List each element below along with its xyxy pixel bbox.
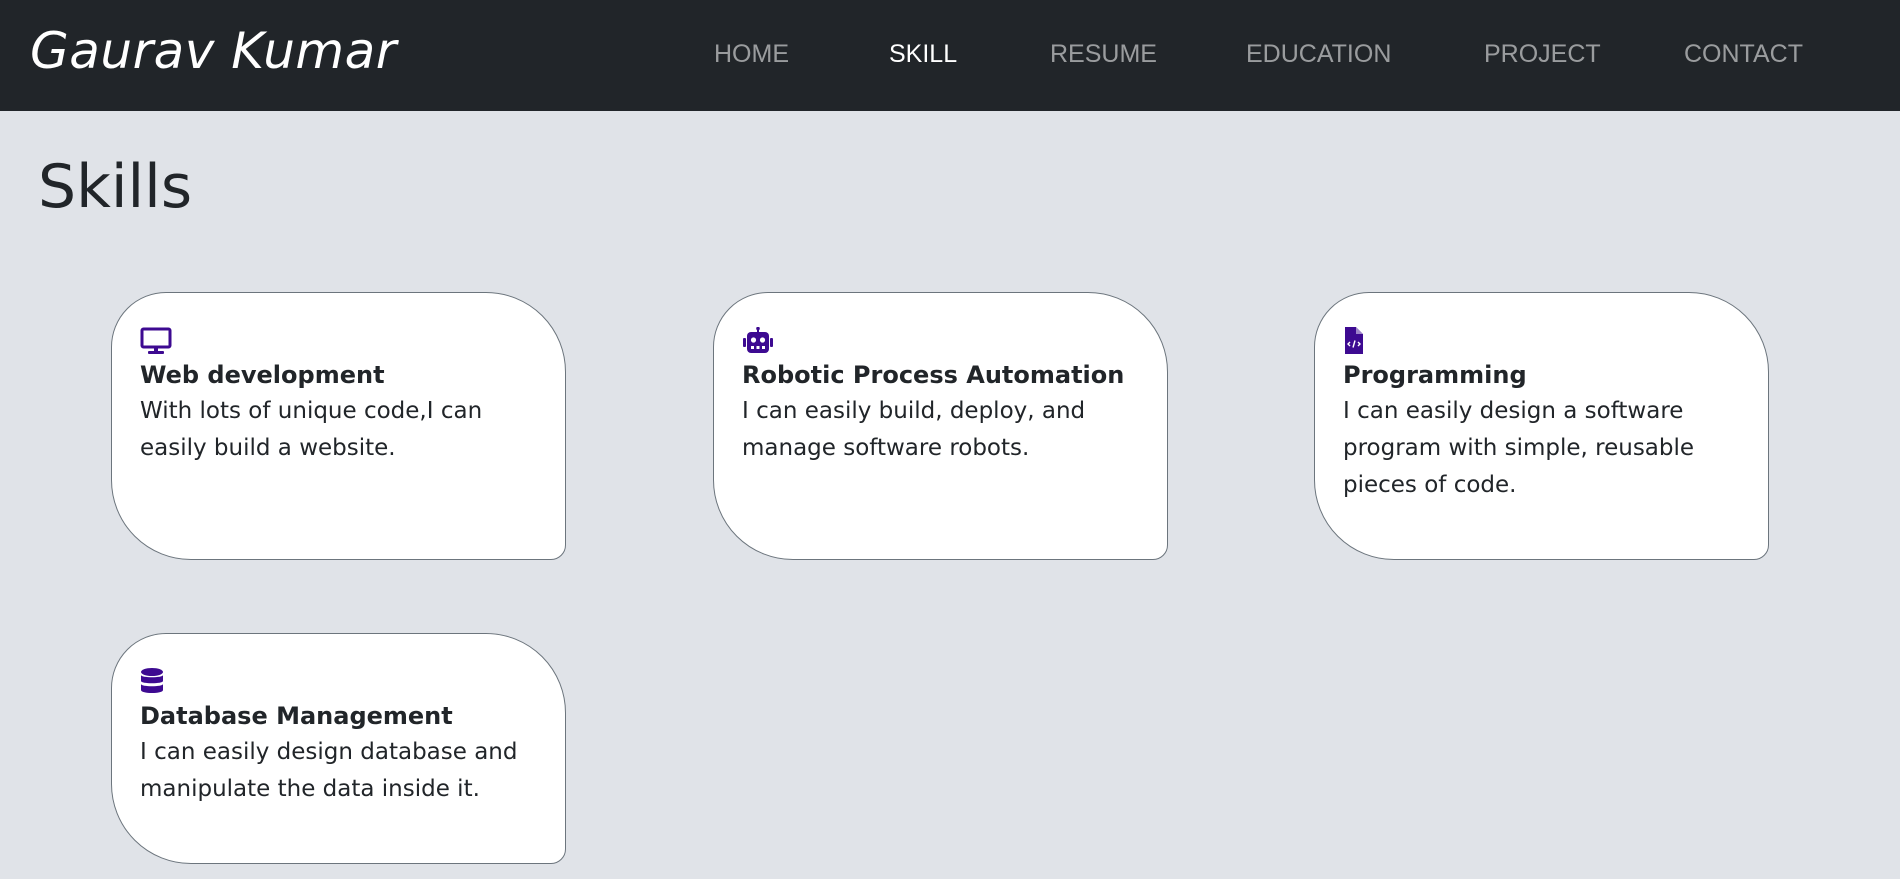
database-icon [140,668,172,696]
skill-card-programming: Programming I can easily design a softwa… [1314,292,1769,560]
brand-logo[interactable]: Gaurav Kumar [30,22,397,80]
skill-description: I can easily design database and manipul… [140,738,518,802]
skill-card-robotic-process-automation: Robotic Process Automation I can easily … [713,292,1168,560]
skill-description: With lots of unique code,I can easily bu… [140,397,483,461]
nav-item-skill[interactable]: SKILL [889,40,957,69]
nav-item-contact[interactable]: CONTACT [1684,40,1803,69]
nav-item-home[interactable]: HOME [714,40,789,69]
monitor-icon [140,327,172,355]
skill-title: Database Management [140,702,453,730]
skill-title: Programming [1343,361,1527,389]
skill-title: Robotic Process Automation [742,361,1125,389]
skill-card-database-management: Database Management I can easily design … [111,633,566,864]
navbar: Gaurav Kumar HOME SKILL RESUME EDUCATION… [0,0,1900,111]
skill-description: I can easily build, deploy, and manage s… [742,397,1086,461]
page-title: Skills [38,152,193,222]
nav-item-resume[interactable]: RESUME [1050,40,1157,69]
code-file-icon [1343,327,1375,355]
skill-card-web-development: Web development With lots of unique code… [111,292,566,560]
nav-item-project[interactable]: PROJECT [1484,40,1601,69]
robot-icon [742,327,774,355]
skill-title: Web development [140,361,385,389]
skill-description: I can easily design a software program w… [1343,397,1695,498]
nav-item-education[interactable]: EDUCATION [1246,40,1391,69]
